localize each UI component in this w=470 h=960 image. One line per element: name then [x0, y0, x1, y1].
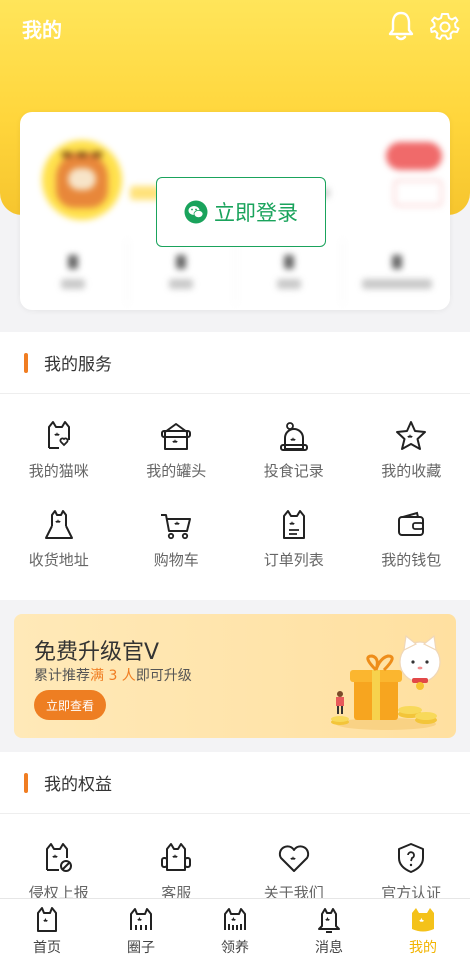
tab-circle[interactable]: 圈子: [94, 899, 188, 960]
rights-about-us[interactable]: 关于我们: [235, 840, 353, 898]
service-label: 投食记录: [263, 462, 324, 480]
message-bell-icon: [318, 908, 340, 933]
page-title: 我的: [22, 18, 62, 42]
wechat-login-button[interactable]: 立即登录: [156, 177, 326, 247]
report-icon: [45, 843, 72, 872]
service-label: 订单列表: [263, 551, 324, 569]
lucky-cat-gift-illustration: [331, 634, 441, 730]
service-feeding-record[interactable]: 投食记录: [235, 418, 353, 481]
tab-label: 领养: [221, 940, 249, 956]
circle-cat-icon: [130, 908, 152, 930]
rights-label: 侵权上报: [28, 884, 89, 898]
wechat-icon: [184, 200, 208, 224]
cat-can-icon: [161, 423, 192, 450]
service-icon: [161, 843, 192, 871]
rights-label: 官方认证: [381, 884, 442, 898]
about-icon: [278, 845, 309, 872]
tab-label: 我的: [409, 940, 437, 956]
bottom-tab-bar: 首页 圈子 领养 消息 我的: [0, 898, 470, 960]
upgrade-banner[interactable]: 免费升级官V 累计推荐满 3 人即可升级 立即查看: [14, 614, 456, 738]
rights-official-cert[interactable]: 官方认证: [353, 840, 470, 898]
service-my-favorites[interactable]: 我的收藏: [353, 418, 470, 481]
service-cart[interactable]: 购物车: [118, 507, 236, 570]
service-label: 我的收藏: [381, 462, 442, 480]
avatar: [42, 140, 122, 220]
service-my-cans[interactable]: 我的罐头: [118, 418, 236, 481]
banner-title: 免费升级官V: [34, 640, 160, 665]
service-wallet[interactable]: 我的钱包: [353, 507, 470, 570]
cart-icon: [161, 514, 192, 540]
certify-icon: [398, 843, 425, 873]
rights-customer-service[interactable]: 客服: [118, 840, 236, 898]
tab-label: 消息: [315, 940, 343, 956]
feeding-record-icon: [279, 422, 308, 451]
banner-subtitle: 累计推荐满 3 人即可升级: [34, 668, 192, 684]
services-title: 我的服务: [44, 355, 112, 375]
rights-label: 关于我们: [263, 884, 324, 898]
rights-report[interactable]: 侵权上报: [0, 840, 118, 898]
services-header: 我的服务: [0, 332, 470, 394]
view-now-button[interactable]: 立即查看: [34, 690, 106, 720]
home-cat-icon: [37, 907, 57, 932]
rights-section: 我的权益 侵权上报 客服 关于我们 官方认证: [0, 752, 470, 898]
rights-title: 我的权益: [44, 775, 112, 795]
star-cat-icon: [396, 421, 427, 450]
tab-mine[interactable]: 我的: [376, 899, 470, 960]
wallet-icon: [398, 511, 425, 536]
service-label: 我的罐头: [146, 462, 207, 480]
service-label: 收货地址: [28, 551, 89, 569]
service-label: 购物车: [153, 551, 199, 569]
gear-icon[interactable]: [430, 10, 460, 42]
service-order-list[interactable]: 订单列表: [235, 507, 353, 570]
services-section: 我的服务 我的猫咪 我的罐头 投食记录 我的收藏 收货地址 购物车 订单列表 我…: [0, 332, 470, 600]
rights-label: 客服: [161, 884, 192, 898]
order-list-icon: [282, 510, 305, 539]
tab-messages[interactable]: 消息: [282, 899, 376, 960]
tab-adopt[interactable]: 领养: [188, 899, 282, 960]
bell-icon[interactable]: [386, 10, 416, 42]
address-icon: [44, 510, 73, 539]
tab-label: 首页: [33, 940, 61, 956]
login-label: 立即登录: [214, 201, 298, 225]
tab-home[interactable]: 首页: [0, 899, 94, 960]
service-label: 我的钱包: [381, 551, 442, 569]
service-label: 我的猫咪: [28, 462, 89, 480]
cat-heart-icon: [47, 421, 70, 449]
adopt-cat-icon: [224, 908, 246, 930]
service-my-cats[interactable]: 我的猫咪: [0, 418, 118, 481]
tab-label: 圈子: [127, 940, 155, 956]
mine-cat-icon: [412, 908, 434, 932]
service-address[interactable]: 收货地址: [0, 507, 118, 570]
rights-header: 我的权益: [0, 752, 470, 814]
